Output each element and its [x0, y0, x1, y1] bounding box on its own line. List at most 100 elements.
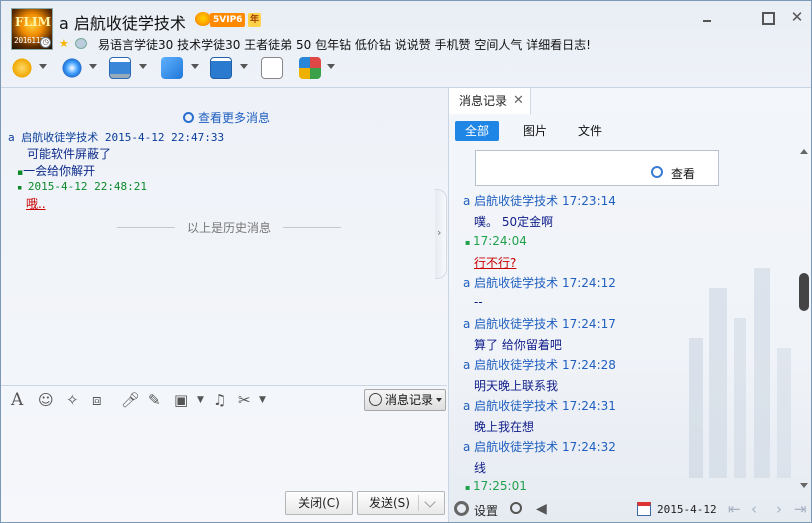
chevron-down-icon[interactable]: [327, 64, 335, 69]
calendar-icon[interactable]: [637, 502, 651, 516]
bullet-icon: ▪: [465, 483, 473, 492]
tab-message-record[interactable]: 消息记录 ✕: [449, 88, 531, 114]
edit-icon[interactable]: ✎: [148, 391, 161, 409]
bullet-icon: ▪: [17, 183, 28, 193]
microphone-icon: [11, 57, 33, 79]
record-message-time: ▪ 17:24:04: [465, 234, 527, 248]
chat-history[interactable]: 查看更多消息 a 启航收徒学技术 2015-4-12 22:47:33 可能软件…: [1, 88, 447, 386]
scroll-up-icon[interactable]: [800, 149, 808, 154]
view-more-label: 查看更多消息: [198, 111, 271, 125]
record-message-header: a 启航收徒学技术 17:23:14: [463, 194, 616, 208]
chat-window: FLIM 2016113 ◷ a 启航收徒学技术 5VIP6 年 ★ 易语言学徒…: [0, 0, 812, 523]
message-header: ▪ 2015-4-12 22:48:21: [17, 180, 147, 193]
year-badge[interactable]: 年: [248, 13, 262, 27]
send-file-button[interactable]: [161, 55, 203, 83]
music-icon[interactable]: ♫: [213, 391, 226, 409]
chevron-down-icon[interactable]: [89, 64, 97, 69]
first-page-icon[interactable]: ⇤: [728, 500, 741, 518]
emoji-icon[interactable]: ☺: [38, 391, 54, 409]
font-icon[interactable]: A: [11, 391, 23, 409]
apps-button[interactable]: [299, 55, 339, 83]
signature-icon: [75, 38, 87, 49]
record-message-text: 晚上我在想: [474, 420, 535, 434]
speaker-icon[interactable]: ◀︎: [536, 501, 547, 517]
record-message-text: 明天晚上联系我: [474, 379, 559, 393]
record-date[interactable]: 2015-4-12: [657, 503, 717, 516]
screen-icon: [109, 57, 131, 79]
record-message-header: a 启航收徒学技术 17:24:28: [463, 358, 616, 372]
chevron-right-icon: ›: [437, 226, 442, 239]
record-message-text: 算了 给你留着吧: [474, 338, 562, 352]
chevron-down-icon[interactable]: [39, 64, 47, 69]
chevron-down-icon[interactable]: ▼: [197, 391, 204, 409]
contact-name[interactable]: a 启航收徒学技术: [59, 10, 186, 34]
minimize-button[interactable]: [697, 9, 717, 25]
voice-message-icon[interactable]: 🎤︎: [121, 391, 140, 409]
message-text: ▪一会给你解开: [17, 162, 95, 179]
collapse-panel-button[interactable]: ›: [435, 189, 447, 279]
apps-grid-icon: [299, 57, 321, 79]
voice-call-button[interactable]: [11, 55, 51, 83]
settings-button[interactable]: 设置: [474, 502, 498, 519]
record-filters: 全部 图片 文件: [449, 118, 811, 144]
filter-all[interactable]: 全部: [455, 121, 500, 141]
image-icon[interactable]: ▣: [174, 391, 188, 409]
add-chat-icon: [261, 57, 283, 79]
history-divider: 以上是历史消息: [117, 219, 341, 236]
chevron-down-icon[interactable]: [240, 64, 248, 69]
bullet-icon: ▪: [465, 238, 473, 247]
vip-badge[interactable]: 5VIP6: [210, 13, 246, 27]
message-history-button[interactable]: 消息记录: [364, 389, 446, 411]
camera-icon: [61, 57, 83, 79]
record-message-text: 行不行?: [474, 256, 517, 270]
search-icon[interactable]: [510, 502, 522, 514]
scroll-thumb[interactable]: [799, 273, 809, 311]
status-clock-icon: ◷: [40, 37, 51, 48]
close-icon[interactable]: ✕: [513, 88, 524, 114]
record-footer: 设置 ◀︎ 2015-4-12 ⇤ ‹ › ⇥: [448, 496, 811, 522]
remote-desktop-button[interactable]: [109, 55, 151, 83]
contact-signature: 易语言学徒30 技术学徒30 王者徒弟 50 包年钻 低价钻 说说赞 手机赞 空…: [98, 38, 591, 52]
chevron-down-icon[interactable]: [191, 64, 199, 69]
gear-icon[interactable]: [454, 501, 469, 516]
record-scrollbar[interactable]: [798, 149, 810, 491]
next-page-icon[interactable]: ›: [776, 500, 782, 518]
screenshot-icon[interactable]: ⧈: [92, 391, 102, 409]
divider: [418, 495, 419, 511]
chevron-down-icon[interactable]: [139, 64, 147, 69]
star-icon[interactable]: ★: [59, 37, 69, 50]
history-button-label: 消息记录: [385, 393, 434, 407]
send-button[interactable]: 发送(S): [357, 491, 445, 515]
prev-page-icon[interactable]: ‹: [751, 500, 757, 518]
search-button[interactable]: 查看: [651, 165, 695, 182]
folder-arrow-icon: [161, 57, 183, 79]
magic-wand-icon[interactable]: ✧: [66, 391, 79, 409]
message-text-body: 一会给你解开: [23, 164, 96, 178]
qq-penguin-icon[interactable]: [195, 12, 211, 26]
message-text: 可能软件屏蔽了: [27, 147, 112, 161]
filter-images[interactable]: 图片: [513, 121, 557, 141]
message-record-panel: 消息记录 ✕ 全部 图片 文件 查看 a 启航收徒学技术 17:23:14 噗。…: [448, 88, 811, 522]
maximize-button[interactable]: [757, 9, 777, 25]
send-options-chevron-icon[interactable]: [424, 496, 436, 508]
avatar[interactable]: FLIM 2016113 ◷: [11, 8, 53, 50]
monitor-icon: [210, 57, 232, 79]
record-message-text: 线: [474, 461, 487, 475]
video-call-button[interactable]: [61, 55, 101, 83]
chevron-down-icon[interactable]: ▼: [259, 391, 266, 409]
clock-icon: [369, 393, 382, 406]
send-label: 发送(S): [369, 496, 410, 510]
background-skyline: [679, 258, 809, 478]
group-chat-button[interactable]: [261, 55, 287, 83]
scroll-down-icon[interactable]: [800, 483, 808, 488]
close-button[interactable]: 关闭(C): [285, 491, 353, 515]
close-window-button[interactable]: ✕: [787, 9, 807, 25]
message-input[interactable]: [1, 415, 447, 489]
share-screen-button[interactable]: [210, 55, 252, 83]
clock-icon: [183, 112, 194, 123]
scissors-icon[interactable]: ✂: [238, 391, 251, 409]
last-page-icon[interactable]: ⇥: [794, 500, 807, 518]
view-more-messages-link[interactable]: 查看更多消息: [183, 109, 270, 126]
record-message-time: ▪ 17:25:01: [465, 479, 527, 493]
filter-files[interactable]: 文件: [568, 121, 612, 141]
